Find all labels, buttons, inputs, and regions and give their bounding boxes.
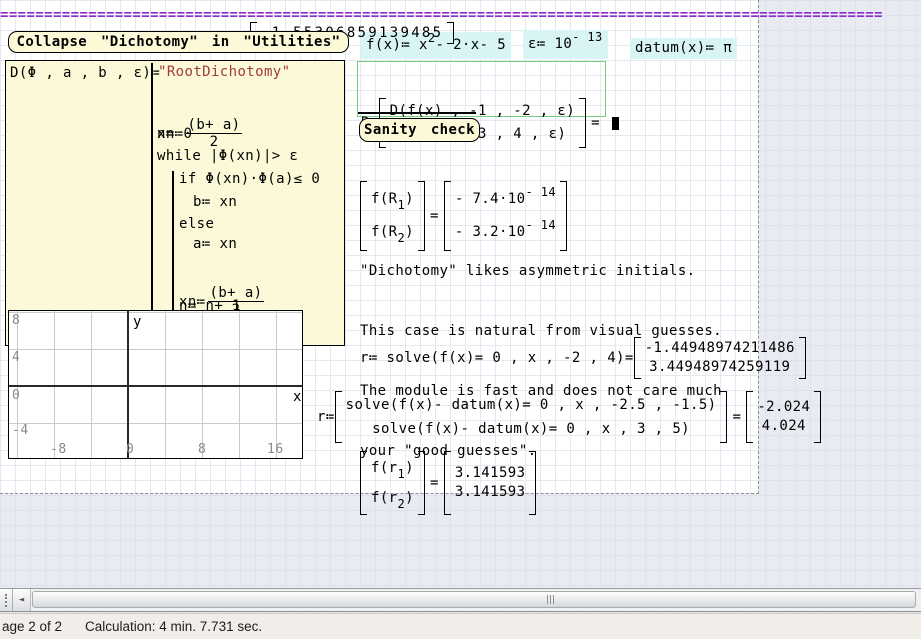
bracket-right	[720, 391, 727, 443]
program-bar-while	[172, 171, 174, 317]
fr-matrix: f(r1) f(r2)	[371, 451, 414, 515]
status-bar: age 2 of 2 Calculation: 4 min. 7.731 sec…	[0, 613, 921, 639]
x-tick: 16	[267, 442, 284, 457]
page-indicator: age 2 of 2	[2, 619, 62, 634]
matrix-row: -2.024	[757, 398, 810, 417]
matrix-row: 4.024	[762, 417, 806, 436]
equals-sign: =	[430, 475, 439, 492]
x-tick: -8	[50, 442, 67, 457]
collapse-region-button[interactable]: Collapse "Dichotomy" in "Utilities"	[8, 31, 349, 53]
calculation-time: Calculation: 4 min. 7.731 sec.	[85, 619, 262, 634]
plot-x-axis	[9, 385, 302, 387]
r-label: r≔	[317, 409, 335, 426]
matrix-row: 3.141593	[455, 464, 526, 483]
fraction: (b+ a)2	[186, 117, 243, 150]
fr-values-matrix: 3.141593 3.141593	[455, 462, 526, 504]
program-else-body[interactable]: a≔ xn	[193, 236, 237, 252]
bracket-left	[746, 391, 753, 443]
smath-window: -1.55306859139485 ======================…	[0, 0, 921, 639]
program-bar-main	[151, 63, 153, 344]
selection-underline	[358, 112, 476, 114]
epsilon-definition[interactable]: ε≔ 10- 13	[523, 30, 608, 59]
solve2-values: -2.024 4.024	[757, 396, 810, 438]
x-axis-label: x	[293, 389, 301, 405]
program-while[interactable]: while |Φ(xn)|> ε	[157, 148, 298, 164]
program-if[interactable]: if Φ(xn)·Φ(a)≤ 0	[179, 171, 320, 187]
matrix-row: f(r2)	[371, 483, 414, 513]
plot-2d[interactable]: 8 4 0 -4 -8 0 8 16 y x	[8, 310, 303, 459]
matrix-row: -1.44948974211486	[645, 339, 795, 358]
bracket-left	[444, 451, 451, 515]
y-tick: 8	[12, 313, 20, 328]
equals-sign: =	[591, 115, 600, 132]
scrollbar-thumb[interactable]	[32, 591, 916, 608]
program-then[interactable]: b≔ xn	[193, 194, 237, 210]
bracket-right	[447, 22, 454, 44]
matrix-row: - 7.4·10- 14	[455, 183, 556, 216]
bracket-right	[579, 98, 586, 148]
bracket-right	[814, 391, 821, 443]
program-n-init[interactable]: n≔ 0	[157, 126, 192, 142]
fr-check-result[interactable]: f(r1) f(r2) = 3.141593 3.141593	[360, 417, 536, 549]
bracket-left	[360, 451, 367, 515]
splitter-grip-icon	[5, 594, 7, 607]
thumb-grip-icon	[547, 595, 554, 604]
sanity-check-button[interactable]: Sanity check	[359, 118, 480, 142]
program-head[interactable]: D(Φ , a , b , ε)≔	[10, 65, 160, 81]
matrix-row: f(r1)	[371, 453, 414, 483]
note-line: "Dichotomy" likes asymmetric initials.	[360, 261, 722, 281]
scroll-left-button[interactable]: ◄	[13, 589, 31, 611]
bracket-right	[529, 451, 536, 515]
separator-line[interactable]: ========================================…	[0, 7, 883, 24]
bracket-left	[335, 391, 342, 443]
x-tick: 8	[198, 442, 206, 457]
y-tick: -4	[12, 423, 29, 438]
y-tick: 0	[12, 388, 20, 403]
equals-sign: =	[732, 409, 741, 426]
datum-body: datum(x)≔ π	[635, 40, 732, 57]
eps-body: ε≔ 10	[528, 36, 572, 53]
y-axis-label: y	[133, 314, 141, 330]
matrix-row: solve(f(x)- datum(x)= 0 , x , -2.5 , -1.…	[346, 393, 717, 417]
bracket-right	[418, 451, 425, 515]
program-else-kw[interactable]: else	[179, 216, 214, 232]
horizontal-scrollbar[interactable]: ◄	[0, 589, 921, 612]
matrix-row: f(R1)	[371, 183, 414, 216]
eps-exponent: - 13	[572, 29, 603, 46]
y-tick: 4	[12, 350, 20, 365]
arrow-left-icon: ◄	[19, 595, 24, 605]
edit-cursor	[612, 117, 619, 130]
matrix-row: 3.141593	[455, 483, 526, 502]
pane-splitter-handle[interactable]	[0, 589, 13, 611]
x-tick: 0	[126, 442, 134, 457]
datum-definition[interactable]: datum(x)≔ π	[630, 38, 737, 59]
